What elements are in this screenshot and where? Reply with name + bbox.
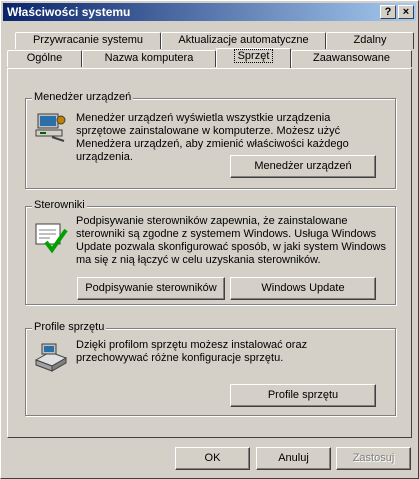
drivers-group: Sterowniki Podpisywanie sterowników zape… [25, 199, 396, 305]
system-properties-window: Właściwości systemu ? × Przywracanie sys… [0, 0, 419, 479]
help-button[interactable]: ? [380, 5, 396, 19]
tab-system-restore[interactable]: Przywracanie systemu [15, 32, 161, 49]
hardware-profile-icon [34, 340, 68, 377]
tab-advanced[interactable]: Zaawansowane [291, 50, 412, 67]
hardware-profiles-group-title: Profile sprzętu [32, 321, 107, 333]
tab-remote[interactable]: Zdalny [326, 32, 414, 49]
drivers-group-title: Sterowniki [32, 199, 87, 211]
hardware-profiles-button[interactable]: Profile sprzętu [230, 384, 376, 407]
title-bar[interactable]: Właściwości systemu ? × [3, 3, 416, 21]
hardware-profiles-description: Dzięki profilom sprzętu możesz instalowa… [76, 339, 308, 364]
windows-update-button[interactable]: Windows Update [230, 277, 376, 300]
device-manager-group: Menedżer urządzeń Menedżer urządzeń wyśw… [25, 91, 396, 189]
ok-button[interactable]: OK [175, 447, 250, 470]
device-manager-button[interactable]: Menedżer urządzeń [230, 155, 376, 178]
driver-signing-icon [34, 220, 68, 257]
tab-hardware[interactable]: Sprzęt [216, 48, 291, 68]
window-title: Właściwości systemu [7, 5, 131, 19]
device-manager-icon [34, 110, 68, 147]
apply-button[interactable]: Zastosuj [336, 447, 411, 470]
hardware-profiles-group: Profile sprzętu Dzięki profilom sprzętu … [25, 321, 396, 416]
tab-computer-name[interactable]: Nazwa komputera [82, 50, 216, 67]
driver-signing-button[interactable]: Podpisywanie sterowników [77, 277, 225, 300]
hardware-tab-panel: Menedżer urządzeń Menedżer urządzeń wyśw… [7, 68, 412, 438]
cancel-button[interactable]: Anuluj [256, 447, 331, 470]
drivers-description: Podpisywanie sterowników zapewnia, że za… [76, 215, 386, 266]
device-manager-group-title: Menedżer urządzeń [32, 91, 134, 103]
tab-general[interactable]: Ogólne [7, 50, 82, 67]
close-button[interactable]: × [398, 5, 414, 19]
tab-automatic-updates[interactable]: Aktualizacje automatyczne [161, 32, 326, 49]
